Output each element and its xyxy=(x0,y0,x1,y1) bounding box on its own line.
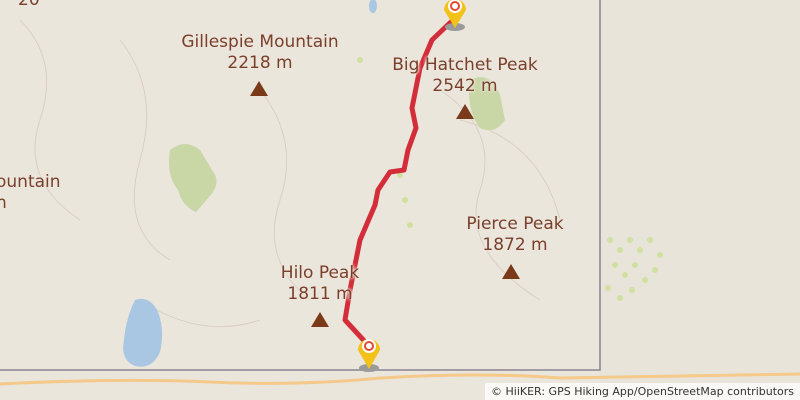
peak-icon xyxy=(311,312,329,327)
end-marker[interactable] xyxy=(354,332,384,372)
peak-label-hilo-peak: Hilo Peak 1811 m xyxy=(280,263,360,304)
peak-icon xyxy=(250,81,268,96)
map-attribution[interactable]: © HiiKER: GPS Hiking App/OpenStreetMap c… xyxy=(485,383,800,400)
peak-label-pierce-peak: Pierce Peak 1872 m xyxy=(466,214,564,255)
peak-label-gillespie-mountain: Gillespie Mountain 2218 m xyxy=(181,32,339,73)
peak-icon xyxy=(456,104,474,119)
map-canvas[interactable]: 20 Gillespie Mountain 2218 m Big Hatchet… xyxy=(0,0,800,400)
peak-label-partial-left: ountain n xyxy=(0,172,61,213)
map-label-edge-top: 20 xyxy=(18,0,40,10)
peak-icon xyxy=(502,264,520,279)
start-marker[interactable] xyxy=(440,0,470,32)
peak-label-big-hatchet-peak: Big Hatchet Peak 2542 m xyxy=(392,55,538,96)
